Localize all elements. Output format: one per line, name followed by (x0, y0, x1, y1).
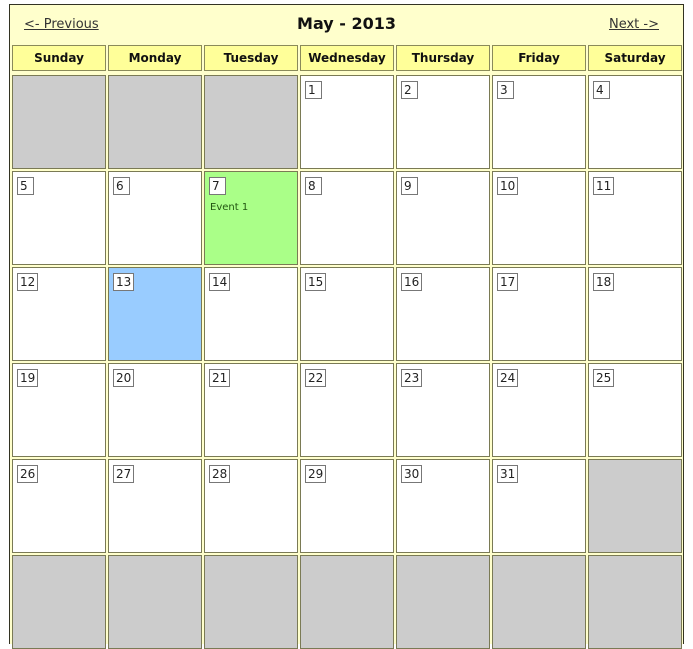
day-number: 9 (401, 177, 418, 195)
day-cell[interactable]: 23 (396, 363, 490, 457)
day-number: 23 (401, 369, 423, 387)
week-row: 26 27 28 29 30 31 (12, 459, 682, 553)
day-cell[interactable]: 27 (108, 459, 202, 553)
day-number: 10 (497, 177, 519, 195)
day-names-row: Sunday Monday Tuesday Wednesday Thursday… (12, 45, 682, 71)
calendar-header: <- Previous May - 2013 Next -> (10, 5, 683, 45)
day-number: 1 (305, 81, 322, 99)
day-number: 27 (113, 465, 135, 483)
week-row: 19 20 21 22 23 24 25 (12, 363, 682, 457)
empty-day-cell (12, 75, 106, 169)
day-number: 11 (593, 177, 615, 195)
empty-day-cell (492, 555, 586, 649)
day-cell[interactable]: 5 (12, 171, 106, 265)
day-number: 22 (305, 369, 327, 387)
dayname-saturday: Saturday (588, 45, 682, 71)
day-number: 18 (593, 273, 615, 291)
day-number: 15 (305, 273, 327, 291)
day-number: 31 (497, 465, 519, 483)
event-label[interactable]: Event 1 (210, 202, 248, 213)
day-number: 24 (497, 369, 519, 387)
day-number: 6 (113, 177, 130, 195)
dayname-tuesday: Tuesday (204, 45, 298, 71)
week-row: 5 6 7 Event 1 8 9 10 11 (12, 171, 682, 265)
day-number: 21 (209, 369, 231, 387)
day-cell[interactable]: 22 (300, 363, 394, 457)
day-number: 7 (209, 177, 226, 195)
day-cell[interactable]: 12 (12, 267, 106, 361)
day-cell[interactable]: 9 (396, 171, 490, 265)
day-number: 14 (209, 273, 231, 291)
day-number: 5 (17, 177, 34, 195)
day-number: 17 (497, 273, 519, 291)
day-cell[interactable]: 18 (588, 267, 682, 361)
day-number: 8 (305, 177, 322, 195)
day-cell[interactable]: 6 (108, 171, 202, 265)
day-cell[interactable]: 30 (396, 459, 490, 553)
day-cell[interactable]: 16 (396, 267, 490, 361)
day-cell[interactable]: 13 (108, 267, 202, 361)
day-cell[interactable]: 29 (300, 459, 394, 553)
day-cell[interactable]: 20 (108, 363, 202, 457)
dayname-wednesday: Wednesday (300, 45, 394, 71)
day-number: 25 (593, 369, 615, 387)
empty-day-cell (204, 75, 298, 169)
empty-day-cell (108, 75, 202, 169)
day-cell[interactable]: 10 (492, 171, 586, 265)
empty-day-cell (588, 459, 682, 553)
day-cell[interactable]: 14 (204, 267, 298, 361)
day-cell[interactable]: 26 (12, 459, 106, 553)
day-number: 2 (401, 81, 418, 99)
empty-day-cell (396, 555, 490, 649)
dayname-friday: Friday (492, 45, 586, 71)
day-number: 13 (113, 273, 135, 291)
day-number: 16 (401, 273, 423, 291)
day-cell[interactable]: 19 (12, 363, 106, 457)
dayname-thursday: Thursday (396, 45, 490, 71)
day-cell[interactable]: 8 (300, 171, 394, 265)
empty-day-cell (588, 555, 682, 649)
empty-day-cell (12, 555, 106, 649)
empty-day-cell (108, 555, 202, 649)
day-cell[interactable]: 21 (204, 363, 298, 457)
day-number: 12 (17, 273, 39, 291)
day-cell[interactable]: 3 (492, 75, 586, 169)
dayname-sunday: Sunday (12, 45, 106, 71)
day-cell[interactable]: 1 (300, 75, 394, 169)
day-cell[interactable]: 7 Event 1 (204, 171, 298, 265)
next-month-link[interactable]: Next -> (609, 17, 659, 32)
month-title: May - 2013 (297, 14, 396, 33)
day-cell[interactable]: 11 (588, 171, 682, 265)
day-number: 30 (401, 465, 423, 483)
day-number: 4 (593, 81, 610, 99)
day-cell[interactable]: 25 (588, 363, 682, 457)
dayname-monday: Monday (108, 45, 202, 71)
calendar: <- Previous May - 2013 Next -> Sunday Mo… (9, 4, 684, 649)
day-number: 29 (305, 465, 327, 483)
week-row: 1 2 3 4 (12, 75, 682, 169)
week-row (12, 555, 682, 649)
day-cell[interactable]: 4 (588, 75, 682, 169)
day-number: 19 (17, 369, 39, 387)
empty-day-cell (204, 555, 298, 649)
day-cell[interactable]: 31 (492, 459, 586, 553)
day-number: 28 (209, 465, 231, 483)
day-cell[interactable]: 17 (492, 267, 586, 361)
day-cell[interactable]: 2 (396, 75, 490, 169)
day-cell[interactable]: 28 (204, 459, 298, 553)
day-cell[interactable]: 24 (492, 363, 586, 457)
day-cell[interactable]: 15 (300, 267, 394, 361)
day-number: 26 (17, 465, 39, 483)
day-number: 3 (497, 81, 514, 99)
day-number: 20 (113, 369, 135, 387)
empty-day-cell (300, 555, 394, 649)
week-row: 12 13 14 15 16 17 18 (12, 267, 682, 361)
